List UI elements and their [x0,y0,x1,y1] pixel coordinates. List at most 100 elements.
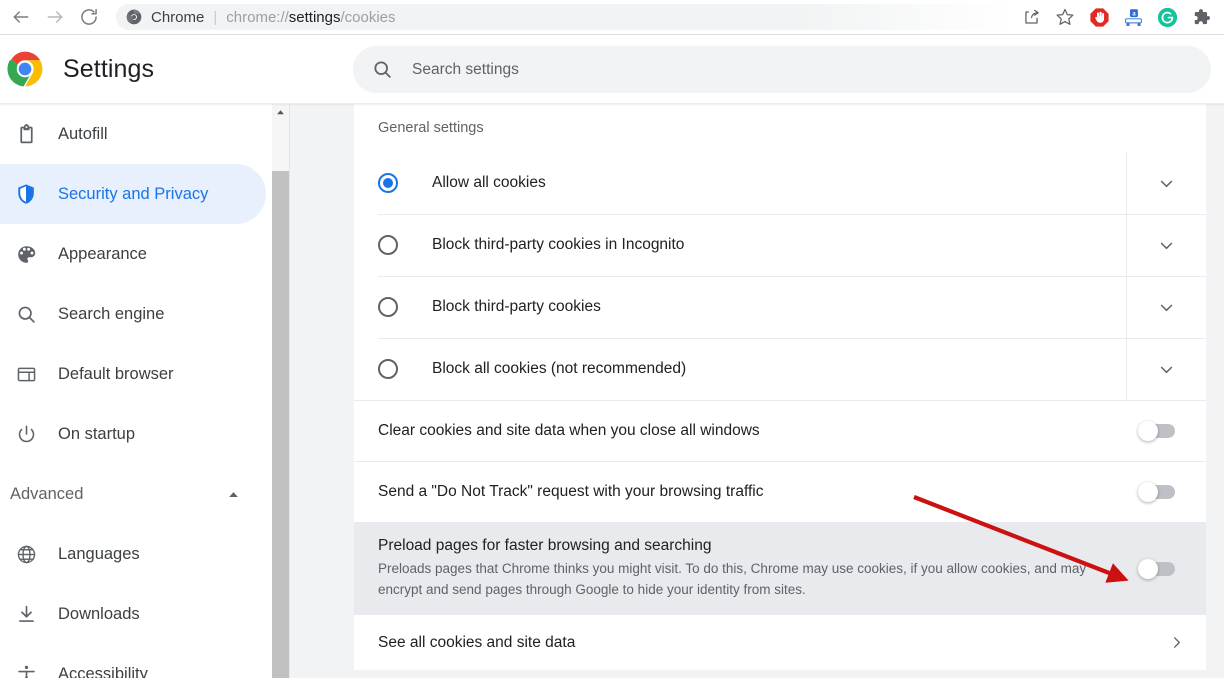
power-icon [14,422,38,446]
cookie-option-block-all[interactable]: Block all cookies (not recommended) [354,338,1206,400]
radio-button[interactable] [378,359,398,379]
sidebar-item-label: Autofill [58,124,108,143]
cookie-option-allow-all[interactable]: Allow all cookies [354,152,1206,214]
sidebar-item-label: Search engine [58,304,165,323]
toggle-knob [1138,558,1158,579]
general-settings-heading: General settings [378,120,484,136]
radio-button[interactable] [378,235,398,255]
cookies-settings-card: General settings Allow all cookies Block… [354,104,1206,670]
sidebar-item-label: Downloads [58,604,140,623]
row-text: Preload pages for faster browsing and se… [354,537,1110,600]
page-title: Settings [63,54,155,83]
clipboard-icon [14,122,38,146]
sidebar-item-accessibility[interactable]: Accessibility [0,644,268,678]
search-settings-box[interactable] [353,46,1211,93]
preload-pages-row[interactable]: Preload pages for faster browsing and se… [354,522,1206,614]
sidebar-item-on-startup[interactable]: On startup [0,404,268,464]
sidebar-item-downloads[interactable]: Downloads [0,584,268,644]
browser-window-icon [14,362,38,386]
download-icon [14,602,38,626]
sidebar-item-label: Security and Privacy [58,184,209,203]
cookie-option-label: Block third-party cookies [432,298,601,315]
sidebar-item-label: Appearance [58,244,147,263]
preload-pages-toggle[interactable] [1110,558,1206,579]
sidebar-scrollbar[interactable] [272,104,289,678]
extensions-puzzle-icon[interactable] [1184,0,1218,34]
cookie-option-label: Block third-party cookies in Incognito [432,236,685,253]
omnibox-app-name: Chrome [151,8,205,26]
toggle-track[interactable] [1138,421,1175,441]
clear-cookies-on-close-toggle[interactable] [1110,421,1206,441]
row-text: Clear cookies and site data when you clo… [354,422,1110,440]
search-icon [372,59,393,80]
svg-text:a: a [1132,9,1136,17]
toolbar-icon-group: a [1014,0,1224,34]
grammarly-icon[interactable] [1150,0,1184,34]
sidebar-advanced-section-toggle[interactable]: Advanced [0,464,268,524]
chevron-down-icon[interactable] [1126,152,1206,214]
radio-button[interactable] [378,297,398,317]
sidebar-item-autofill[interactable]: Autofill [0,104,268,164]
url-bold: settings [288,8,341,26]
sidebar-item-security-and-privacy[interactable]: Security and Privacy [0,164,266,224]
magnifier-icon [14,302,38,326]
see-all-cookies-row[interactable]: See all cookies and site data [354,614,1206,670]
cookie-option-label: Block all cookies (not recommended) [432,360,687,377]
toggle-knob [1138,421,1158,441]
settings-content-area: General settings Allow all cookies Block… [290,104,1224,678]
address-bar[interactable]: Chrome | chrome://settings/cookies [116,4,1014,30]
adblock-icon[interactable] [1082,0,1116,34]
share-icon[interactable] [1014,0,1048,34]
sidebar-item-search-engine[interactable]: Search engine [0,284,268,344]
sidebar-item-label: Languages [58,544,140,563]
search-input[interactable] [412,46,1211,93]
sidebar-item-appearance[interactable]: Appearance [0,224,268,284]
radio-button[interactable] [378,173,398,193]
palette-icon [14,242,38,266]
shield-icon [14,182,38,206]
forward-button[interactable] [38,0,72,34]
sidebar-item-label: Accessibility [58,664,148,678]
toggle-track[interactable] [1138,482,1175,502]
row-label: See all cookies and site data [378,633,576,651]
cookie-option-block-third-party[interactable]: Block third-party cookies [354,276,1206,338]
cookie-option-block-third-party-incognito[interactable]: Block third-party cookies in Incognito [354,214,1206,276]
do-not-track-row[interactable]: Send a "Do Not Track" request with your … [354,461,1206,522]
chevron-down-icon[interactable] [1126,214,1206,276]
sidebar-item-default-browser[interactable]: Default browser [0,344,268,404]
row-title: Preload pages for faster browsing and se… [378,537,712,554]
sidebar-item-languages[interactable]: Languages [0,524,268,584]
bookmark-star-icon[interactable] [1048,0,1082,34]
omnibox-url: chrome://settings/cookies [226,9,395,26]
clear-cookies-on-close-row[interactable]: Clear cookies and site data when you clo… [354,400,1206,461]
sidebar-item-label: On startup [58,424,136,443]
chevron-down-icon[interactable] [1126,276,1206,338]
do-not-track-toggle[interactable] [1110,482,1206,502]
reload-button[interactable] [72,0,106,34]
settings-sidebar: Autofill Security and Privacy Appearance… [0,104,268,678]
scroll-up-arrow-icon[interactable] [272,104,289,121]
url-prefix: chrome:// [226,8,289,26]
row-text: Send a "Do Not Track" request with your … [354,483,1110,501]
chevron-right-icon[interactable] [1146,635,1206,650]
omnibox-separator: | [213,8,218,26]
chrome-logo-icon [6,50,44,88]
chevron-down-icon[interactable] [1126,338,1206,400]
url-suffix: /cookies [340,8,396,26]
sidebar-advanced-label: Advanced [10,484,84,503]
sidebar-item-label: Default browser [58,364,174,383]
cookie-option-label: Allow all cookies [432,174,546,191]
chrome-icon [126,9,142,25]
toggle-track[interactable] [1138,558,1175,579]
chevron-up-icon [227,488,240,501]
amazon-assistant-icon[interactable]: a [1116,0,1150,34]
row-title: Clear cookies and site data when you clo… [378,422,760,439]
scrollbar-thumb[interactable] [272,171,289,678]
back-button[interactable] [4,0,38,34]
row-title: Send a "Do Not Track" request with your … [378,483,764,500]
accessibility-icon [14,662,38,678]
radio-inner-dot [383,178,393,188]
browser-toolbar: Chrome | chrome://settings/cookies a [0,0,1224,34]
row-description: Preloads pages that Chrome thinks you mi… [378,561,1087,597]
toggle-knob [1138,482,1158,502]
